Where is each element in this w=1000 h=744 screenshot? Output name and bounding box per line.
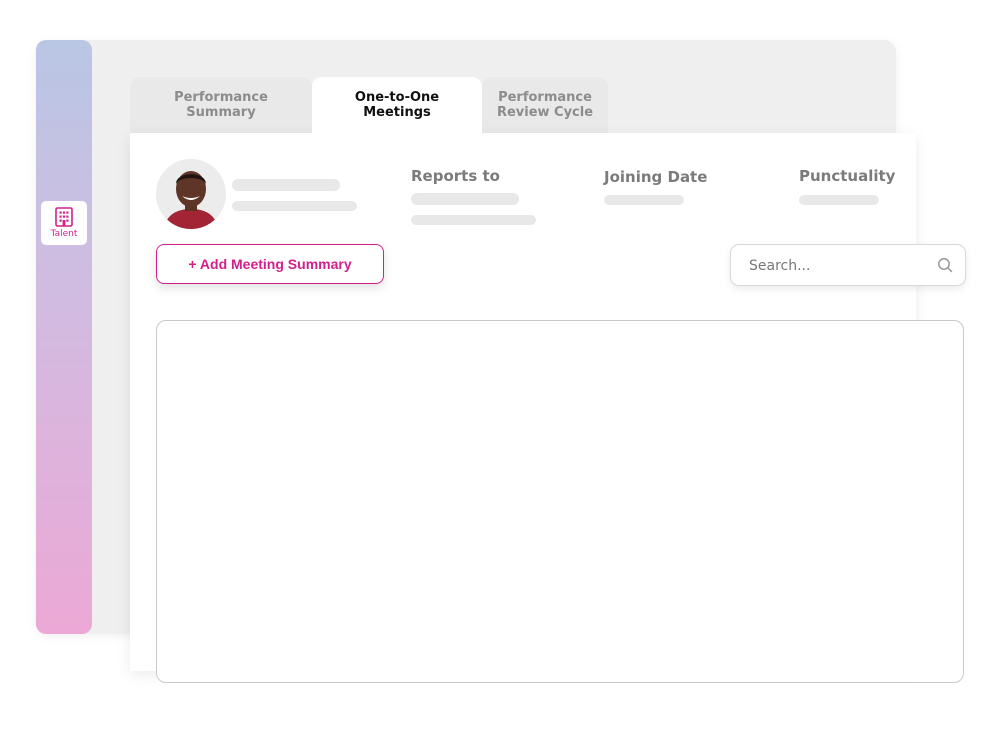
joining-date-label: Joining Date bbox=[604, 168, 708, 186]
tab-performance-review-cycle[interactable]: Performance Review Cycle bbox=[482, 77, 608, 133]
sidebar-item-talent[interactable]: Talent bbox=[41, 201, 87, 245]
reports-to-placeholder bbox=[411, 193, 519, 205]
reports-to-sub-placeholder bbox=[411, 215, 536, 225]
punctuality-placeholder bbox=[799, 195, 879, 205]
tab-one-to-one-meetings[interactable]: One-to-One Meetings bbox=[312, 77, 482, 133]
punctuality-label: Punctuality bbox=[799, 167, 896, 185]
person-avatar-image bbox=[156, 159, 226, 229]
meeting-summary-panel bbox=[156, 320, 964, 683]
sidebar: Talent bbox=[36, 40, 92, 634]
search-box bbox=[730, 244, 966, 286]
add-meeting-summary-button[interactable]: + Add Meeting Summary bbox=[156, 244, 384, 284]
building-icon bbox=[55, 207, 73, 227]
sidebar-item-label: Talent bbox=[50, 229, 78, 239]
joining-date-placeholder bbox=[604, 195, 684, 205]
reports-to-label: Reports to bbox=[411, 167, 500, 185]
role-placeholder bbox=[232, 201, 357, 211]
name-placeholder bbox=[232, 179, 340, 191]
avatar bbox=[156, 159, 226, 229]
search-input[interactable] bbox=[747, 255, 931, 277]
search-icon[interactable] bbox=[937, 257, 953, 273]
tab-performance-summary[interactable]: Performance Summary bbox=[130, 77, 312, 133]
